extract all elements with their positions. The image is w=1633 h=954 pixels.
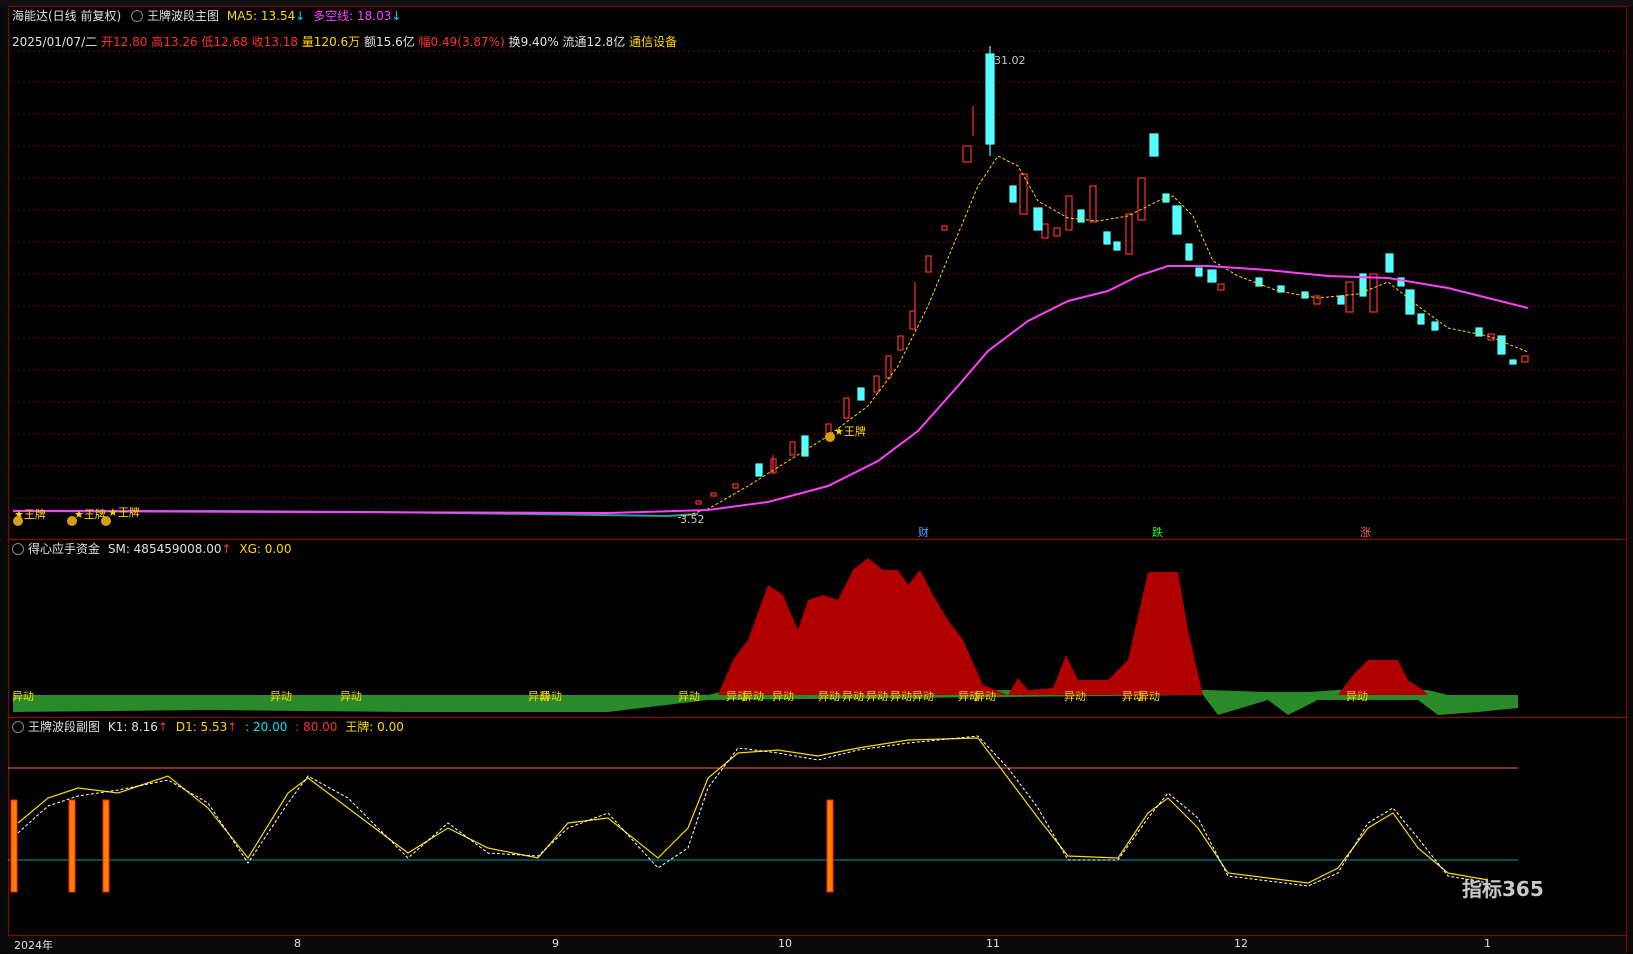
watermark-logo: 指标365 <box>1462 877 1544 901</box>
duokong-line <box>12 265 1529 515</box>
right-scale-strip <box>1626 6 1633 953</box>
axis-month-8: 8 <box>294 937 301 950</box>
high-price-label: 31.02 <box>994 54 1026 67</box>
event-zhang[interactable]: 涨 <box>1360 526 1371 539</box>
money-bag-icon <box>13 516 23 526</box>
yidong-label: 异动 <box>818 690 840 703</box>
candles <box>695 46 1529 505</box>
yidong-label: 异动 <box>974 690 996 703</box>
yidong-label: 异动 <box>742 690 764 703</box>
oscillator-chart[interactable] <box>8 718 1626 935</box>
yidong-label: 异动 <box>1138 690 1160 703</box>
axis-month-11: 11 <box>986 937 1000 950</box>
wangpai-label: ★王牌 <box>108 505 140 519</box>
candlestick-chart[interactable]: 31.02 3.52 ★王牌 ★王牌 ★王牌 ★王牌 财 跌 涨 <box>8 6 1626 539</box>
grid-lines <box>8 50 1626 499</box>
yidong-label: 异动 <box>540 690 562 703</box>
axis-month-1: 1 <box>1484 937 1491 950</box>
event-die[interactable]: 跌 <box>1152 525 1163 539</box>
yidong-label: 异动 <box>1064 690 1086 703</box>
fund-red-area <box>718 558 1428 695</box>
yidong-label: 异动 <box>912 690 934 703</box>
fund-chart[interactable]: 异动 异动 异动 异动 异动 异动 异动 异动 异动 异动 异动 异动 异动 异… <box>8 540 1626 718</box>
wangpai-label: ★王牌 <box>834 424 866 438</box>
yidong-label: 异动 <box>890 690 912 703</box>
money-bag-icon <box>825 432 835 442</box>
low-price-label: 3.52 <box>680 513 705 526</box>
d1-line <box>17 735 1489 887</box>
axis-month-9: 9 <box>552 937 559 950</box>
yidong-label: 异动 <box>678 690 700 703</box>
yidong-label: 异动 <box>772 690 794 703</box>
event-cai[interactable]: 财 <box>918 525 929 539</box>
time-axis: 2024年 8 9 10 11 12 1 <box>8 935 1626 954</box>
wangpai-label: ★王牌 <box>74 507 106 521</box>
axis-month-12: 12 <box>1234 937 1248 950</box>
yidong-label: 异动 <box>1346 690 1368 703</box>
yidong-label: 异动 <box>842 690 864 703</box>
yidong-label: 异动 <box>12 690 34 703</box>
yidong-label: 异动 <box>866 690 888 703</box>
k1-line <box>17 737 1489 884</box>
axis-month-10: 10 <box>778 937 792 950</box>
money-bag-icon <box>101 516 111 526</box>
yidong-label: 异动 <box>340 690 362 703</box>
money-bag-icon <box>67 516 77 526</box>
axis-year: 2024年 <box>14 939 53 952</box>
yidong-label: 异动 <box>270 690 292 703</box>
